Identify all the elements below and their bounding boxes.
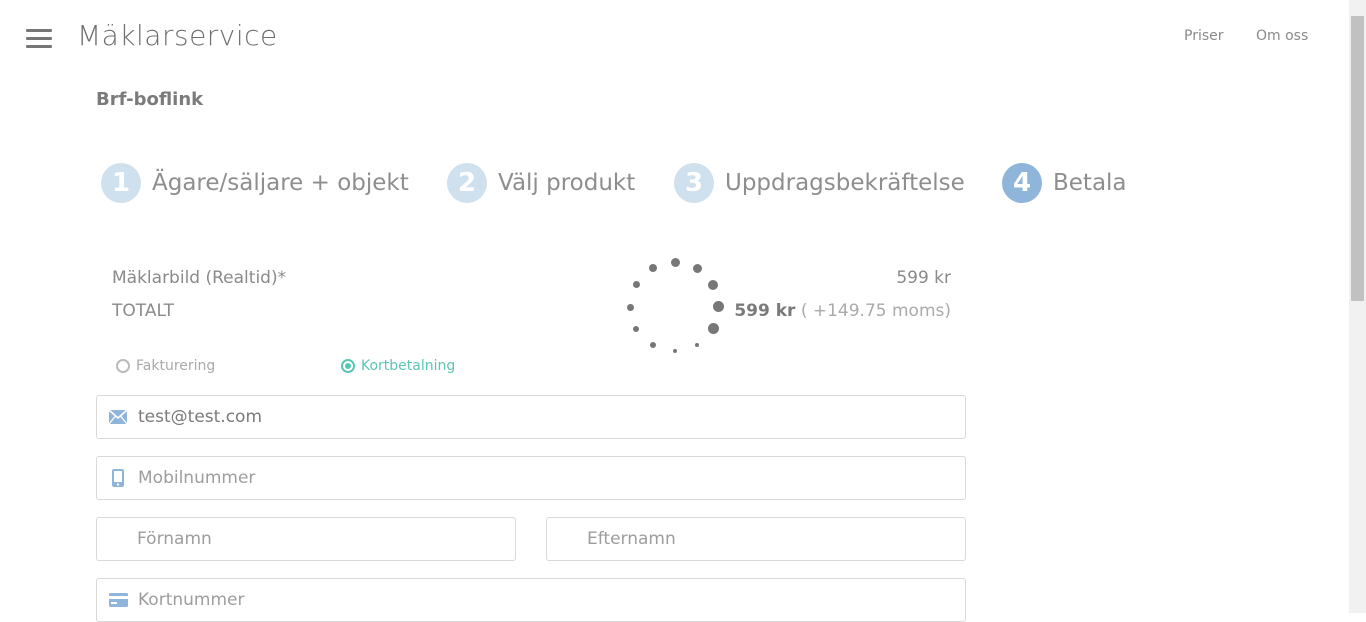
nav-link-priser[interactable]: Priser (1184, 28, 1224, 44)
order-total-price-group: 599 kr ( +149.75 moms) (734, 301, 951, 321)
radio-unchecked-icon[interactable] (116, 359, 130, 373)
card-number-field[interactable] (96, 578, 966, 622)
order-total-label: TOTALT (112, 301, 174, 321)
email-input[interactable] (138, 407, 965, 427)
spinner-dot (627, 304, 634, 311)
step-number-1: 1 (101, 163, 141, 203)
card-number-input[interactable] (138, 590, 965, 610)
first-name-input[interactable] (137, 529, 515, 549)
hamburger-menu-icon[interactable] (26, 29, 52, 49)
brand-title[interactable]: Mäklarservice (77, 19, 278, 52)
step-owner-object[interactable]: 1 Ägare/säljare + objekt (101, 162, 409, 204)
last-name-field[interactable] (546, 517, 966, 561)
spinner-dot (713, 301, 724, 312)
nav-link-om-oss[interactable]: Om oss (1256, 28, 1308, 44)
spinner-dot (633, 326, 639, 332)
mobile-field[interactable] (96, 456, 966, 500)
email-field[interactable] (96, 395, 966, 439)
organization-title: Brf-boflink (96, 89, 204, 110)
order-item-label: Mäklarbild (Realtid)* (112, 268, 287, 288)
step-confirmation[interactable]: 3 Uppdragsbekräftelse (674, 162, 965, 204)
spinner-dot (649, 264, 657, 272)
spinner-dot (693, 264, 702, 273)
payment-option-card[interactable]: Kortbetalning (341, 358, 455, 374)
step-number-3: 3 (674, 163, 714, 203)
step-label-2: Välj produkt (498, 170, 636, 196)
step-label-3: Uppdragsbekräftelse (725, 170, 965, 196)
spinner-dot (673, 349, 677, 353)
spinner-dot (671, 258, 680, 267)
order-total-vat: ( +149.75 moms) (800, 301, 951, 321)
spinner-dot (708, 323, 719, 334)
step-pay[interactable]: 4 Betala (1002, 162, 1127, 204)
phone-icon (108, 469, 128, 487)
payment-option-card-label: Kortbetalning (361, 358, 456, 374)
credit-card-icon (108, 593, 128, 607)
spinner-dot (695, 343, 699, 347)
step-number-2: 2 (447, 163, 487, 203)
last-name-input[interactable] (587, 529, 965, 549)
spinner-dot (650, 342, 656, 348)
envelope-icon (108, 410, 128, 424)
first-name-field[interactable] (96, 517, 516, 561)
step-label-4: Betala (1053, 170, 1127, 196)
spinner-dot (633, 281, 640, 288)
step-choose-product[interactable]: 2 Välj produkt (447, 162, 635, 204)
order-item-price: 599 kr (896, 268, 951, 288)
payment-option-invoice-label: Fakturering (136, 358, 216, 374)
spinner-dot (708, 280, 718, 290)
radio-checked-icon[interactable] (341, 359, 355, 373)
step-label-1: Ägare/säljare + objekt (152, 170, 409, 196)
step-number-4: 4 (1002, 163, 1042, 203)
scrollbar-thumb[interactable] (1351, 16, 1364, 301)
order-total-price: 599 kr (734, 301, 796, 321)
mobile-input[interactable] (138, 468, 965, 488)
payment-option-invoice[interactable]: Fakturering (116, 358, 215, 374)
loading-spinner-icon (624, 256, 728, 356)
